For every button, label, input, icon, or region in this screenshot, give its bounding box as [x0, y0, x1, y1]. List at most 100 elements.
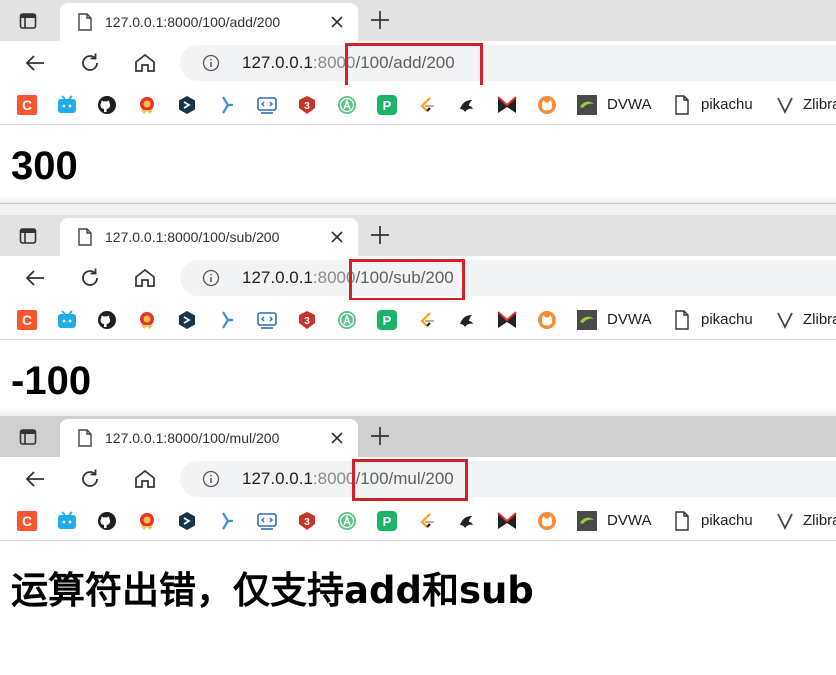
cat-icon[interactable] [537, 511, 557, 531]
bookmark-zlibrary[interactable]: Zlibra [803, 512, 836, 529]
tab-active[interactable]: 127.0.0.1:8000/100/mul/200 [60, 419, 358, 457]
csdn-icon[interactable]: C [17, 95, 37, 115]
badge-icon[interactable] [137, 310, 157, 330]
page-icon [78, 429, 92, 447]
home-icon[interactable] [133, 467, 157, 491]
bookmark-dvwa[interactable]: DVWA [607, 311, 651, 328]
kite-icon[interactable] [217, 95, 237, 115]
error-message: 运算符出错，仅支持add和sub [11, 569, 534, 612]
hexagon-icon[interactable] [177, 95, 197, 115]
close-icon[interactable] [328, 228, 346, 246]
bookmarks-bar: C 3 P DVWA pikachu Zlibra [0, 501, 836, 541]
navigation-toolbar: 127.0.0.1:8000/100/mul/200 [0, 457, 836, 501]
new-tab-icon[interactable] [368, 8, 392, 32]
info-icon[interactable] [202, 470, 220, 488]
dvwa-icon[interactable] [577, 310, 597, 330]
reload-icon[interactable] [78, 51, 102, 75]
address-bar[interactable]: 127.0.0.1:8000/100/sub/200 [180, 260, 836, 296]
zlibrary-icon [777, 312, 793, 330]
tab-actions-button[interactable] [14, 426, 42, 448]
svg-text:3: 3 [304, 101, 310, 112]
a-circle-icon[interactable] [337, 95, 357, 115]
hexagon-icon[interactable] [177, 511, 197, 531]
shield-3-icon[interactable]: 3 [297, 95, 317, 115]
bird-icon[interactable] [457, 511, 477, 531]
bird-icon[interactable] [457, 95, 477, 115]
url-host: 127.0.0.1 [242, 53, 313, 72]
svg-text:C: C [22, 513, 32, 529]
bookmark-dvwa[interactable]: DVWA [607, 96, 651, 113]
p-green-icon[interactable]: P [377, 310, 397, 330]
home-icon[interactable] [133, 51, 157, 75]
browser-window-mul: 127.0.0.1:8000/100/mul/200 127.0.0.1:800… [0, 416, 836, 675]
tab-actions-button[interactable] [14, 10, 42, 32]
address-bar[interactable]: 127.0.0.1:8000/100/mul/200 [180, 461, 836, 497]
back-arrow-icon[interactable] [23, 467, 47, 491]
back-arrow-icon[interactable] [23, 51, 47, 75]
bilibili-icon[interactable] [57, 95, 77, 115]
tab-active[interactable]: 127.0.0.1:8000/100/add/200 [60, 3, 358, 41]
p-green-icon[interactable]: P [377, 95, 397, 115]
svg-text:P: P [383, 514, 392, 529]
code-box-icon[interactable] [257, 511, 277, 531]
hexagon-icon[interactable] [177, 310, 197, 330]
m-logo-icon[interactable] [497, 511, 517, 531]
shield-3-icon[interactable]: 3 [297, 310, 317, 330]
tab-strip: 127.0.0.1:8000/100/add/200 [0, 0, 836, 41]
kite-icon[interactable] [217, 511, 237, 531]
shield-3-icon[interactable]: 3 [297, 511, 317, 531]
badge-icon[interactable] [137, 95, 157, 115]
dvwa-icon[interactable] [577, 511, 597, 531]
page-icon [675, 95, 689, 115]
leetcode-icon[interactable] [417, 511, 437, 531]
reload-icon[interactable] [78, 266, 102, 290]
m-logo-icon[interactable] [497, 95, 517, 115]
badge-icon[interactable] [137, 511, 157, 531]
leetcode-icon[interactable] [417, 310, 437, 330]
close-icon[interactable] [328, 13, 346, 31]
back-arrow-icon[interactable] [23, 266, 47, 290]
bilibili-icon[interactable] [57, 310, 77, 330]
bookmark-pikachu[interactable]: pikachu [701, 311, 753, 328]
bilibili-icon[interactable] [57, 511, 77, 531]
leetcode-icon[interactable] [417, 95, 437, 115]
github-icon[interactable] [97, 310, 117, 330]
dvwa-icon[interactable] [577, 95, 597, 115]
bookmark-zlibrary[interactable]: Zlibra [803, 311, 836, 328]
zlibrary-icon [777, 513, 793, 531]
cat-icon[interactable] [537, 95, 557, 115]
bookmark-dvwa[interactable]: DVWA [607, 512, 651, 529]
result-text: -100 [11, 359, 92, 403]
new-tab-icon[interactable] [368, 424, 392, 448]
code-box-icon[interactable] [257, 310, 277, 330]
tab-active[interactable]: 127.0.0.1:8000/100/sub/200 [60, 218, 358, 256]
a-circle-icon[interactable] [337, 511, 357, 531]
a-circle-icon[interactable] [337, 310, 357, 330]
m-logo-icon[interactable] [497, 310, 517, 330]
info-icon[interactable] [202, 54, 220, 72]
reload-icon[interactable] [78, 467, 102, 491]
bird-icon[interactable] [457, 310, 477, 330]
new-tab-icon[interactable] [368, 223, 392, 247]
home-icon[interactable] [133, 266, 157, 290]
bookmark-zlibrary[interactable]: Zlibra [803, 96, 836, 113]
svg-text:C: C [22, 97, 32, 113]
csdn-icon[interactable]: C [17, 310, 37, 330]
address-bar[interactable]: 127.0.0.1:8000/100/add/200 [180, 45, 836, 81]
p-green-icon[interactable]: P [377, 511, 397, 531]
close-icon[interactable] [328, 429, 346, 447]
cat-icon[interactable] [537, 310, 557, 330]
csdn-icon[interactable]: C [17, 511, 37, 531]
browser-window-sub: 127.0.0.1:8000/100/sub/200 127.0.0.1:800… [0, 203, 836, 416]
github-icon[interactable] [97, 95, 117, 115]
info-icon[interactable] [202, 269, 220, 287]
code-box-icon[interactable] [257, 95, 277, 115]
svg-text:P: P [383, 313, 392, 328]
bookmark-pikachu[interactable]: pikachu [701, 96, 753, 113]
github-icon[interactable] [97, 511, 117, 531]
highlight-box [349, 259, 465, 301]
page-icon [675, 511, 689, 531]
tab-actions-button[interactable] [14, 225, 42, 247]
kite-icon[interactable] [217, 310, 237, 330]
bookmark-pikachu[interactable]: pikachu [701, 512, 753, 529]
